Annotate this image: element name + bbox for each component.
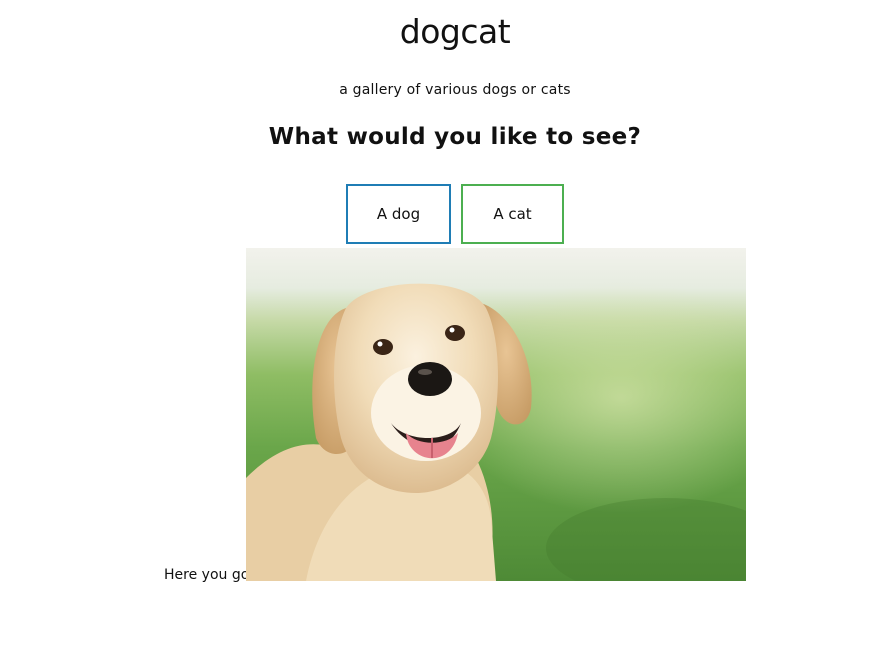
question-heading: What would you like to see? <box>268 124 642 150</box>
cat-button[interactable]: A cat <box>461 184 564 244</box>
site-title: dogcat <box>399 12 511 51</box>
site-subtitle: a gallery of various dogs or cats <box>339 82 571 98</box>
dog-button[interactable]: A dog <box>346 184 451 244</box>
page: dogcat a gallery of various dogs or cats… <box>0 0 893 659</box>
dog-photo <box>246 248 746 581</box>
result-caption: Here you go! <box>164 567 255 583</box>
